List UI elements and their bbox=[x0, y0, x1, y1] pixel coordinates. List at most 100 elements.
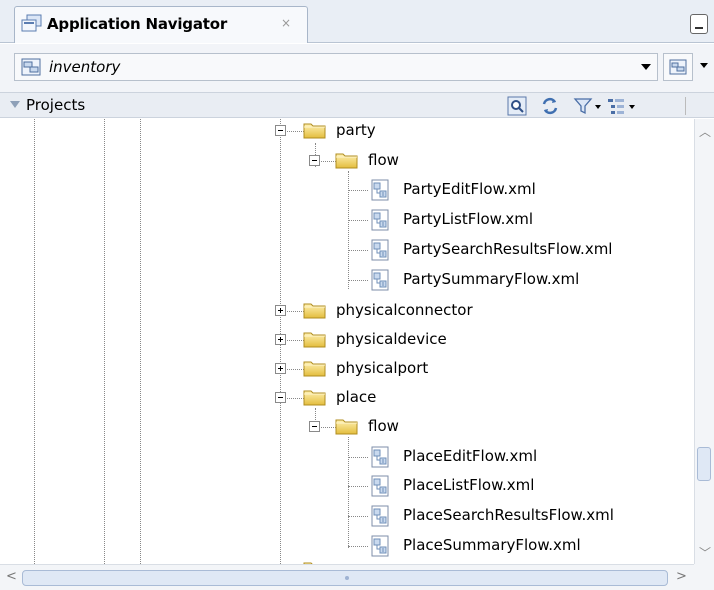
collapse-icon[interactable] bbox=[309, 155, 320, 166]
tree-node-label: PartySummaryFlow.xml bbox=[403, 270, 580, 288]
tree-node-file[interactable]: PartySearchResultsFlow.xml bbox=[0, 238, 694, 262]
expand-icon[interactable] bbox=[275, 334, 286, 345]
folder-icon bbox=[335, 416, 359, 436]
tree-node-party[interactable]: party bbox=[0, 119, 694, 143]
application-navigator-icon bbox=[21, 14, 42, 32]
application-name: inventory bbox=[49, 58, 121, 76]
tree-connector bbox=[348, 250, 368, 251]
tree-node-place[interactable]: place bbox=[0, 386, 694, 410]
tree-node-physicalconnector[interactable]: physicalconnector bbox=[0, 299, 694, 323]
find-icon[interactable] bbox=[507, 96, 527, 116]
folder-icon bbox=[303, 120, 327, 140]
minimize-button[interactable] bbox=[690, 14, 708, 34]
tree-connector bbox=[287, 369, 304, 370]
filter-dropdown-icon[interactable] bbox=[595, 105, 601, 109]
projects-header: Projects bbox=[0, 92, 714, 118]
chevron-down-icon[interactable] bbox=[700, 63, 708, 68]
tree-node-label: PartySearchResultsFlow.xml bbox=[403, 240, 613, 258]
layout-dropdown-icon[interactable] bbox=[629, 105, 635, 109]
xml-file-icon bbox=[369, 179, 391, 201]
collapse-icon[interactable] bbox=[309, 421, 320, 432]
vertical-scroll-thumb[interactable] bbox=[697, 447, 711, 481]
tree-node-label: flow bbox=[368, 417, 399, 435]
folder-icon bbox=[303, 329, 327, 349]
tree-node-file[interactable]: PartyEditFlow.xml bbox=[0, 178, 694, 202]
folder-icon bbox=[335, 150, 359, 170]
tree-connector bbox=[287, 398, 304, 399]
tree-node-label: PartyEditFlow.xml bbox=[403, 180, 536, 198]
application-menu-icon bbox=[669, 59, 687, 75]
horizontal-scroll-thumb[interactable] bbox=[22, 570, 668, 586]
scroll-up-icon[interactable]: ︿ bbox=[699, 123, 711, 140]
expand-icon[interactable] bbox=[275, 363, 286, 374]
tree-node-file[interactable]: PartySummaryFlow.xml bbox=[0, 268, 694, 292]
tree-node-label: physicalconnector bbox=[336, 301, 473, 319]
tree-connector bbox=[348, 516, 368, 517]
tree-node-label: physicaldevice bbox=[336, 330, 447, 348]
folder-icon bbox=[303, 387, 327, 407]
tree-node-label: party bbox=[336, 121, 376, 139]
tree-connector bbox=[348, 546, 368, 547]
application-icon bbox=[21, 58, 41, 76]
tree-node-place-flow[interactable]: flow bbox=[0, 415, 694, 439]
tree-node-label: PlaceSummaryFlow.xml bbox=[403, 536, 581, 554]
application-menu-button[interactable] bbox=[663, 53, 693, 81]
project-tree[interactable]: party flow PartyEditFlow.xml PartyListFl… bbox=[0, 119, 694, 564]
tree-connector bbox=[348, 457, 368, 458]
tree-node-file[interactable]: PlaceSummaryFlow.xml bbox=[0, 534, 694, 558]
projects-label: Projects bbox=[26, 96, 86, 114]
tree-node-label: PlaceEditFlow.xml bbox=[403, 447, 538, 465]
close-icon[interactable]: × bbox=[281, 16, 291, 30]
tree-node-file[interactable]: PlaceEditFlow.xml bbox=[0, 445, 694, 469]
application-bar: inventory bbox=[0, 44, 714, 92]
tree-node-label: PlaceSearchResultsFlow.xml bbox=[403, 506, 614, 524]
tree-connector bbox=[348, 486, 368, 487]
tree-connector bbox=[348, 220, 368, 221]
collapse-icon[interactable] bbox=[275, 392, 286, 403]
tree-node-label: PartyListFlow.xml bbox=[403, 210, 533, 228]
tree-node-file[interactable]: PartyListFlow.xml bbox=[0, 208, 694, 232]
tree-connector bbox=[287, 311, 304, 312]
scroll-right-icon[interactable]: > bbox=[676, 569, 687, 584]
tree-node-label: flow bbox=[368, 151, 399, 169]
panel-tab-bar: Application Navigator × bbox=[0, 0, 714, 43]
collapse-icon[interactable] bbox=[275, 125, 286, 136]
expand-icon[interactable] bbox=[275, 305, 286, 316]
scroll-down-icon[interactable]: ﹀ bbox=[699, 544, 711, 561]
tree-connector bbox=[348, 190, 368, 191]
tab-application-navigator[interactable]: Application Navigator × bbox=[14, 6, 308, 43]
tree-node-label: physicalport bbox=[336, 359, 429, 377]
xml-file-icon bbox=[369, 239, 391, 261]
dropdown-arrow-icon[interactable] bbox=[641, 64, 651, 70]
tree-connector bbox=[348, 280, 368, 281]
filter-icon[interactable] bbox=[573, 96, 593, 116]
xml-file-icon bbox=[369, 475, 391, 497]
tree-node-party-flow[interactable]: flow bbox=[0, 149, 694, 173]
tree-connector bbox=[287, 131, 304, 132]
refresh-icon[interactable] bbox=[540, 96, 560, 116]
folder-icon bbox=[303, 300, 327, 320]
tree-node-file[interactable]: PlaceListFlow.xml bbox=[0, 474, 694, 498]
xml-file-icon bbox=[369, 209, 391, 231]
tree-connector bbox=[321, 427, 336, 428]
folder-icon bbox=[303, 358, 327, 378]
xml-file-icon bbox=[369, 269, 391, 291]
xml-file-icon bbox=[369, 505, 391, 527]
tree-connector bbox=[321, 161, 336, 162]
scroll-left-icon[interactable]: < bbox=[6, 569, 17, 584]
tree-node-label: PlaceListFlow.xml bbox=[403, 476, 535, 494]
tree-node-physicaldevice[interactable]: physicaldevice bbox=[0, 328, 694, 352]
toolbar-separator bbox=[685, 97, 686, 115]
scroll-grip bbox=[345, 576, 349, 580]
xml-file-icon bbox=[369, 535, 391, 557]
tree-node-physicalport[interactable]: physicalport bbox=[0, 357, 694, 381]
tree-connector bbox=[287, 340, 304, 341]
horizontal-scrollbar[interactable]: < > bbox=[0, 564, 694, 590]
tree-node-file[interactable]: PlaceSearchResultsFlow.xml bbox=[0, 504, 694, 528]
panel-title: Application Navigator bbox=[47, 15, 228, 33]
xml-file-icon bbox=[369, 446, 391, 468]
tree-layout-icon[interactable] bbox=[606, 96, 626, 116]
collapse-triangle-icon[interactable] bbox=[10, 101, 20, 108]
application-selector[interactable]: inventory bbox=[14, 53, 658, 81]
vertical-scrollbar[interactable]: ︿ ﹀ bbox=[694, 119, 714, 564]
